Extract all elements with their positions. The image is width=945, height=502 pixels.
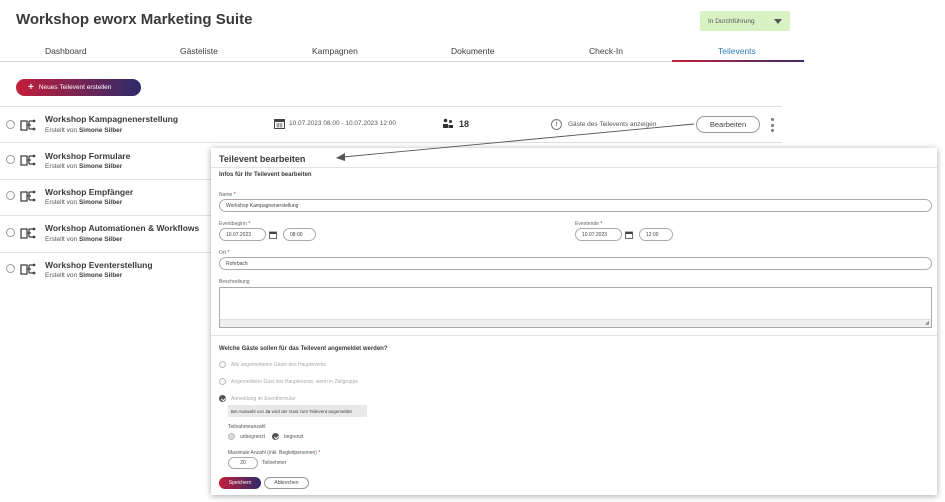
resize-handle-icon[interactable]: ◢ [925, 320, 929, 326]
option-limited[interactable]: begrenzt [272, 433, 303, 440]
description-label: Beschreibung [219, 279, 250, 285]
row-divider [0, 142, 782, 143]
registration-question: Welche Gäste sollen für das Teilevent an… [219, 346, 388, 352]
active-tab-indicator [672, 60, 804, 62]
chevron-down-icon [774, 18, 782, 24]
event-title: Workshop Formulare [45, 151, 131, 161]
name-label: Name * [219, 192, 236, 198]
location-field[interactable]: Rohrbach [219, 257, 932, 270]
divider [211, 167, 937, 168]
row-select-radio[interactable] [6, 191, 15, 200]
divider [211, 335, 937, 336]
radio-button[interactable] [219, 378, 226, 385]
edit-button[interactable]: Bearbeiten [696, 116, 760, 133]
new-sub-event-label: Neues Teilevent erstellen [38, 84, 112, 91]
event-title: Workshop Eventerstellung [45, 260, 153, 270]
event-author: Erstellt von Simone Silber [45, 199, 123, 206]
date-range-text: 10.07.2023 08:00 - 10.07.2023 12:00 [289, 120, 396, 127]
event-author: Erstellt von Simone Silber [45, 272, 123, 279]
start-label: Eventbeginn * [219, 221, 251, 227]
radio-button-checked[interactable] [219, 395, 226, 402]
end-time-field[interactable]: 12:00 [639, 228, 673, 241]
event-title: Workshop Kampagnenerstellung [45, 114, 179, 124]
sub-event-icon [20, 190, 36, 202]
tab-teilevents[interactable]: Teilevents [718, 46, 756, 56]
start-time-field[interactable]: 08:00 [283, 228, 316, 241]
tab-kampagnen[interactable]: Kampagnen [312, 46, 358, 56]
event-date-range: 10.07.2023 08:00 - 10.07.2023 12:00 [274, 118, 396, 129]
name-field[interactable]: Workshop Kampagnenerstellung [219, 199, 932, 212]
row-select-radio[interactable] [6, 155, 15, 164]
row-divider [0, 179, 211, 180]
dialog-subtitle: Infos für Ihr Teilevent bearbeiten [219, 172, 312, 178]
option-target-group[interactable]: Angemeldeter Gast des Hauptevents, wenn … [219, 378, 358, 385]
option-unlimited[interactable]: unbegrenzt [228, 433, 265, 440]
start-date-field[interactable]: 10.07.2023 [219, 228, 266, 241]
participants-label: Teilnahmeanzahl [228, 424, 266, 430]
status-dropdown[interactable]: In Durchführung [700, 11, 790, 31]
event-title: Workshop Empfänger [45, 187, 134, 197]
event-author: Erstellt von Simone Silber [45, 236, 123, 243]
tab-check-in[interactable]: Check-In [589, 46, 623, 56]
tab-dokumente[interactable]: Dokumente [451, 46, 494, 56]
cancel-button[interactable]: Abbrechen [264, 477, 309, 489]
info-icon: i [551, 119, 562, 130]
option-all-guests[interactable]: Alle angemeldeten Gäste des Hauptevents [219, 361, 326, 368]
people-icon [443, 118, 453, 128]
dialog-title: Teilevent bearbeiten [219, 154, 306, 164]
calendar-icon [274, 119, 285, 129]
end-label: Eventende * [575, 221, 603, 227]
status-value: In Durchführung [708, 17, 755, 25]
max-participants-input[interactable]: 20 [228, 457, 258, 469]
save-button[interactable]: Speichern [219, 477, 261, 489]
plus-icon: + [28, 81, 34, 93]
tab-dashboard[interactable]: Dashboard [45, 46, 87, 56]
max-participants-unit: Teilnehmer [262, 460, 287, 466]
tab-bar: Dashboard Gästeliste Kampagnen Dokumente… [0, 44, 805, 62]
row-divider [0, 106, 782, 107]
guest-count: 18 [442, 118, 469, 129]
max-participants-label: Maximale Anzahl (inkl. Begleitpersonen) … [228, 450, 321, 456]
sub-event-icon [20, 227, 36, 239]
radio-button[interactable] [228, 433, 235, 440]
row-select-radio[interactable] [6, 264, 15, 273]
sub-event-icon [20, 263, 36, 275]
new-sub-event-button[interactable]: + Neues Teilevent erstellen [16, 79, 141, 96]
kebab-menu-icon[interactable] [770, 118, 774, 132]
event-author: Erstellt von Simone Silber [45, 163, 123, 170]
radio-button[interactable] [219, 361, 226, 368]
event-title: Workshop Automationen & Workflows [45, 223, 200, 233]
event-author: Erstellt von Simone Silber [45, 127, 123, 134]
radio-button-checked[interactable] [272, 433, 279, 440]
sub-event-icon [20, 119, 36, 131]
show-guests-label: Gäste des Teilevents anzeigen [568, 121, 657, 128]
row-select-radio[interactable] [6, 228, 15, 237]
sub-event-icon [20, 154, 36, 166]
row-select-radio[interactable] [6, 120, 15, 129]
selection-hint: Bei Auswahl von Ja wird der Gast zum Tei… [228, 405, 367, 417]
guest-count-value: 18 [459, 118, 470, 129]
row-divider [0, 215, 211, 216]
end-date-field[interactable]: 10.07.2023 [575, 228, 622, 241]
show-guests-link[interactable]: i Gäste des Teilevents anzeigen [551, 119, 656, 130]
option-event-form[interactable]: Anmeldung im Eventformular [219, 395, 295, 402]
row-divider [0, 252, 211, 253]
app-title: Workshop eworx Marketing Suite [16, 11, 253, 28]
location-label: Ort * [219, 250, 230, 256]
textarea-footer: ◢ [219, 319, 932, 328]
calendar-icon[interactable] [269, 231, 277, 239]
edit-sub-event-dialog: Teilevent bearbeiten Infos für Ihr Teile… [211, 148, 937, 495]
tab-gaesteliste[interactable]: Gästeliste [180, 46, 218, 56]
calendar-icon[interactable] [625, 231, 633, 239]
